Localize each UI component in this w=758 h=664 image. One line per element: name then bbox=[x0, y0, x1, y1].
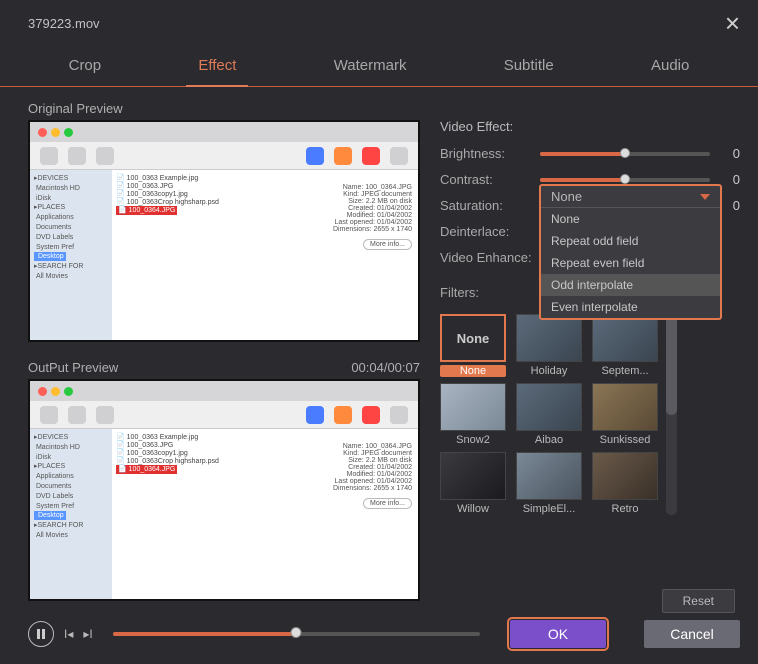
output-preview: ▸DEVICES Macintosh HD iDisk▸PLACES Appli… bbox=[28, 379, 420, 601]
contrast-value: 0 bbox=[722, 172, 740, 187]
deinterlace-current: None bbox=[551, 189, 582, 204]
filter-snow2[interactable]: Snow2 bbox=[440, 383, 506, 446]
chevron-down-icon bbox=[700, 194, 710, 200]
saturation-label: Saturation: bbox=[440, 198, 540, 213]
saturation-value: 0 bbox=[722, 198, 740, 213]
tab-bar: Crop Effect Watermark Subtitle Audio bbox=[0, 42, 758, 87]
tab-watermark[interactable]: Watermark bbox=[322, 50, 419, 87]
filter-none[interactable]: None None bbox=[440, 314, 506, 377]
preview-timecode: 00:04/00:07 bbox=[351, 360, 420, 375]
next-button[interactable]: ▸I bbox=[83, 627, 92, 641]
deinterlace-dropdown[interactable]: None None Repeat odd field Repeat even f… bbox=[539, 184, 722, 320]
close-icon[interactable]: × bbox=[725, 10, 740, 36]
deinterlace-option-none[interactable]: None bbox=[541, 208, 720, 230]
contrast-label: Contrast: bbox=[440, 172, 540, 187]
deinterlace-option-repeat-even[interactable]: Repeat even field bbox=[541, 252, 720, 274]
deinterlace-option-repeat-odd[interactable]: Repeat odd field bbox=[541, 230, 720, 252]
deinterlace-option-even-interpolate[interactable]: Even interpolate bbox=[541, 296, 720, 318]
video-effect-title: Video Effect: bbox=[440, 119, 740, 134]
tab-subtitle[interactable]: Subtitle bbox=[492, 50, 566, 87]
filter-sunkissed[interactable]: Sunkissed bbox=[592, 383, 658, 446]
pause-icon bbox=[36, 629, 46, 639]
filter-aibao[interactable]: Aibao bbox=[516, 383, 582, 446]
output-preview-label: OutPut Preview bbox=[28, 360, 118, 375]
timeline-slider[interactable] bbox=[113, 632, 480, 636]
prev-button[interactable]: I◂ bbox=[64, 627, 73, 641]
filter-retro[interactable]: Retro bbox=[592, 452, 658, 515]
original-preview-label: Original Preview bbox=[28, 101, 123, 116]
brightness-value: 0 bbox=[722, 146, 740, 161]
deinterlace-option-odd-interpolate[interactable]: Odd interpolate bbox=[541, 274, 720, 296]
filter-simpleelegance[interactable]: SimpleEl... bbox=[516, 452, 582, 515]
tab-audio[interactable]: Audio bbox=[639, 50, 701, 87]
play-pause-button[interactable] bbox=[28, 621, 54, 647]
filters-label: Filters: bbox=[440, 285, 540, 300]
cancel-button[interactable]: Cancel bbox=[644, 620, 740, 648]
filter-willow[interactable]: Willow bbox=[440, 452, 506, 515]
window-title: 379223.mov bbox=[28, 16, 100, 31]
filters-scrollbar[interactable] bbox=[666, 314, 677, 515]
filters-grid: None None Holiday Septem... Snow2 bbox=[440, 314, 658, 515]
enhance-label: Video Enhance: bbox=[440, 250, 540, 265]
deinterlace-label: Deinterlace: bbox=[440, 224, 540, 239]
brightness-slider[interactable] bbox=[540, 152, 710, 156]
tab-effect[interactable]: Effect bbox=[186, 50, 248, 87]
contrast-slider[interactable] bbox=[540, 178, 710, 182]
filter-holiday[interactable]: Holiday bbox=[516, 314, 582, 377]
filter-september[interactable]: Septem... bbox=[592, 314, 658, 377]
ok-button[interactable]: OK bbox=[510, 620, 606, 648]
tab-crop[interactable]: Crop bbox=[57, 50, 114, 87]
original-preview: ▸DEVICES Macintosh HD iDisk▸PLACES Appli… bbox=[28, 120, 420, 342]
brightness-label: Brightness: bbox=[440, 146, 540, 161]
